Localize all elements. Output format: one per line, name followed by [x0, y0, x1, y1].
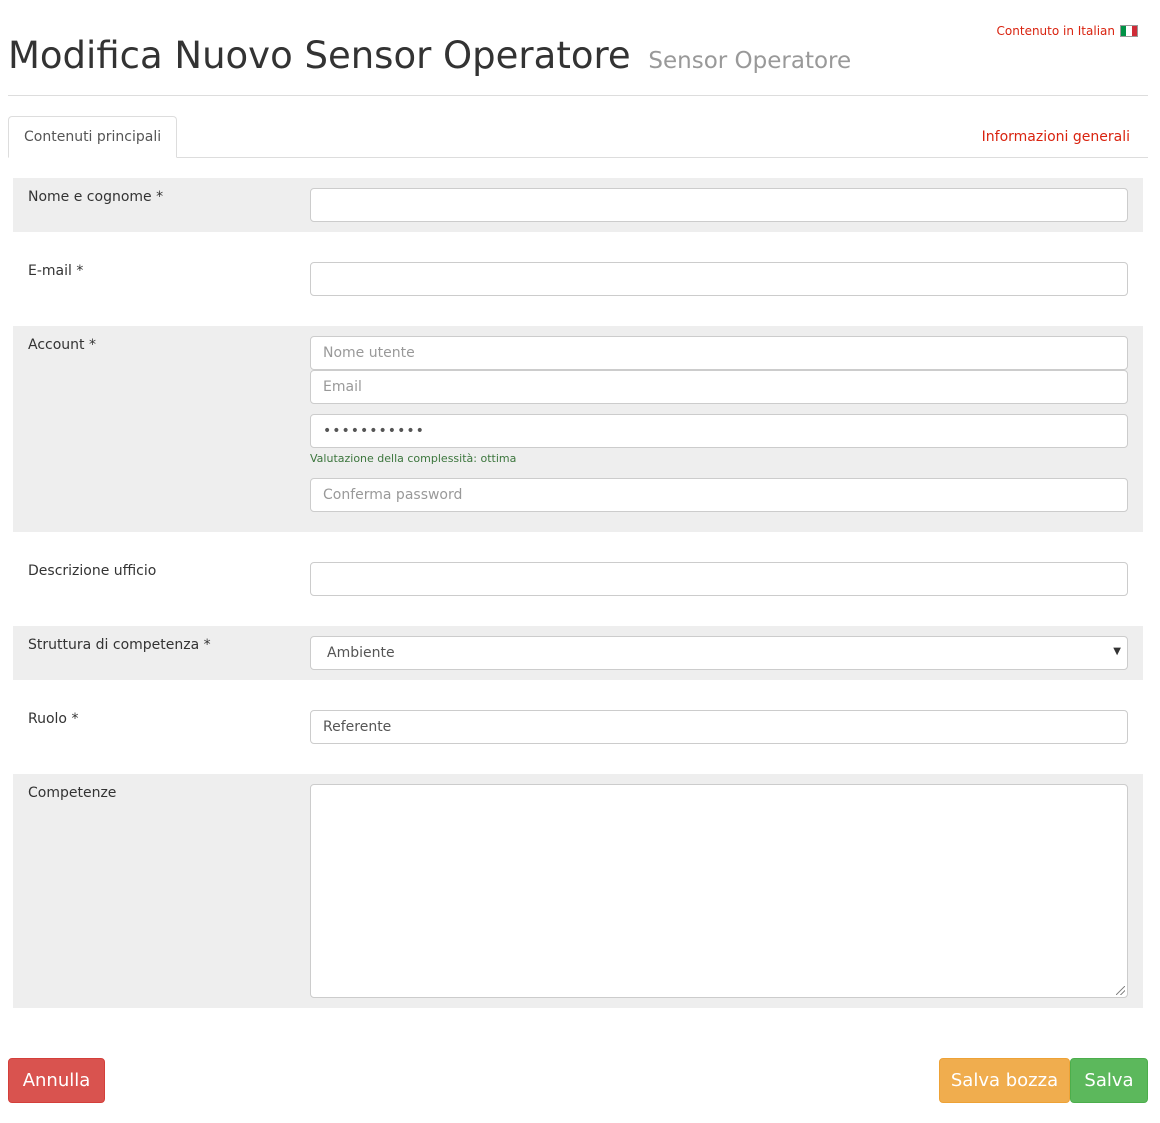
ufficio-label: Descrizione ufficio [28, 563, 157, 579]
form-row-competenze: Competenze [13, 774, 1143, 1008]
nome-label: Nome e cognome * [28, 189, 164, 205]
tab-bar: Contenuti principali Informazioni genera… [8, 116, 1148, 158]
account-email-input[interactable] [310, 370, 1128, 404]
edit-page: Contenuto in Italian Modifica Nuovo Sens… [0, 0, 1160, 1123]
resize-handle-icon[interactable] [1116, 986, 1125, 995]
confirm-password-input[interactable] [310, 478, 1128, 512]
struttura-label: Struttura di competenza * [28, 637, 211, 653]
title-divider [8, 95, 1148, 96]
form-row-email: E-mail * [13, 252, 1143, 306]
cancel-button[interactable]: Annulla [8, 1058, 105, 1103]
nome-input[interactable] [310, 188, 1128, 222]
ruolo-value: Referente [323, 719, 392, 735]
password-input[interactable] [310, 414, 1128, 448]
email-input[interactable] [310, 262, 1128, 296]
competenze-textarea[interactable] [310, 784, 1128, 998]
save-button[interactable]: Salva [1070, 1058, 1148, 1103]
tab-informazioni-generali[interactable]: Informazioni generali [982, 116, 1130, 158]
password-strength: Valutazione della complessità: ottima [310, 452, 517, 465]
save-draft-button[interactable]: Salva bozza [939, 1058, 1070, 1103]
ufficio-input[interactable] [310, 562, 1128, 596]
page-subtitle: Sensor Operatore [648, 48, 852, 74]
language-link[interactable]: Contenuto in Italian [997, 24, 1138, 38]
form-row-nome: Nome e cognome * [13, 178, 1143, 232]
italian-flag-icon [1120, 25, 1138, 37]
caret-down-icon: ▼ [1113, 646, 1121, 657]
email-label: E-mail * [28, 263, 84, 279]
page-title-text: Modifica Nuovo Sensor Operatore [8, 34, 631, 77]
account-label: Account * [28, 337, 96, 353]
page-title: Modifica Nuovo Sensor Operatore Sensor O… [8, 34, 851, 77]
struttura-select[interactable]: Ambiente ▼ [310, 636, 1128, 670]
tab-contenuti-principali[interactable]: Contenuti principali [8, 116, 178, 158]
form-row-account: Account * Valutazione della complessità:… [13, 326, 1143, 532]
form-row-ruolo: Ruolo * Referente [13, 700, 1143, 754]
username-input[interactable] [310, 336, 1128, 370]
form-row-struttura: Struttura di competenza * Ambiente ▼ [13, 626, 1143, 680]
form-row-ufficio: Descrizione ufficio [13, 552, 1143, 606]
language-link-label: Contenuto in Italian [996, 24, 1115, 38]
struttura-selected-value: Ambiente [327, 645, 395, 661]
ruolo-label: Ruolo * [28, 711, 79, 727]
competenze-label: Competenze [28, 785, 117, 801]
ruolo-field[interactable]: Referente [310, 710, 1128, 744]
